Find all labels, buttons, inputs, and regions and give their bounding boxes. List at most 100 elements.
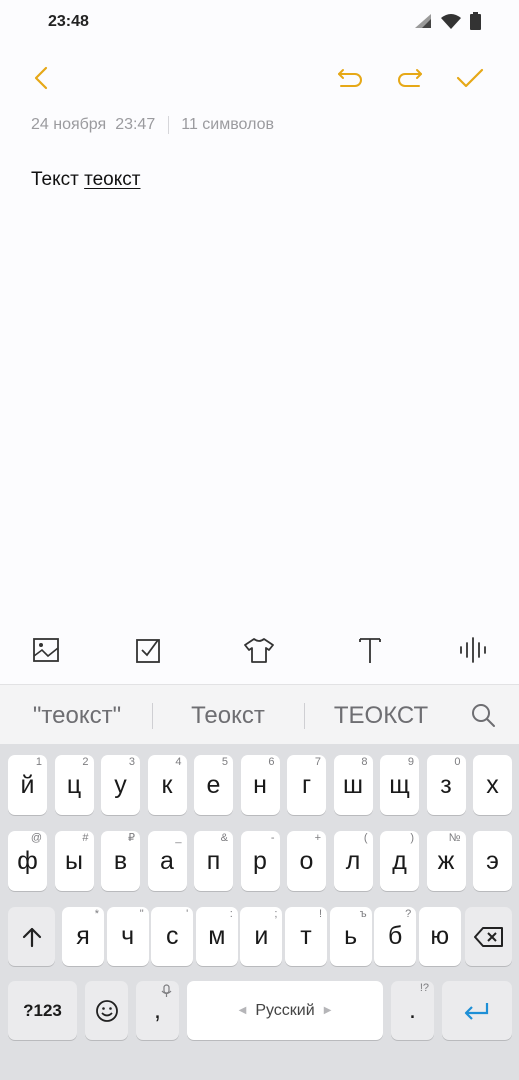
key-label: н bbox=[253, 770, 267, 799]
key-hint: @ bbox=[30, 832, 42, 844]
key-щ[interactable]: 9щ bbox=[380, 755, 419, 815]
key-к[interactable]: 4к bbox=[147, 755, 187, 815]
key-hint: # bbox=[82, 832, 89, 844]
redo-button[interactable] bbox=[394, 62, 426, 94]
key-label: э bbox=[486, 846, 499, 875]
back-button[interactable] bbox=[26, 62, 58, 94]
insert-checkbox-button[interactable] bbox=[132, 634, 164, 666]
key-х[interactable]: х bbox=[473, 755, 512, 815]
key-hint: ъ bbox=[359, 908, 367, 920]
key-з[interactable]: 0з bbox=[426, 755, 466, 815]
key-у[interactable]: 3у bbox=[101, 755, 140, 815]
key-hint: 7 bbox=[314, 756, 321, 768]
key-hint: - bbox=[270, 832, 275, 844]
search-icon bbox=[472, 704, 495, 727]
key-label: ь bbox=[344, 922, 358, 950]
undo-icon bbox=[338, 69, 362, 87]
keyboard-search-button[interactable] bbox=[470, 702, 496, 733]
suggestion-divider bbox=[304, 703, 305, 729]
key-д[interactable]: ) д bbox=[380, 831, 419, 891]
comma-key[interactable]: , bbox=[136, 981, 179, 1040]
key-ч[interactable]: " ч bbox=[106, 907, 149, 966]
key-hint: ( bbox=[363, 832, 368, 844]
enter-key[interactable] bbox=[442, 981, 512, 1040]
key-hint: " bbox=[139, 908, 144, 920]
key-hint: 0 bbox=[454, 756, 461, 768]
image-icon bbox=[33, 638, 59, 662]
key-я[interactable]: * я bbox=[62, 907, 104, 966]
text-format-icon bbox=[359, 638, 381, 663]
key-э[interactable]: э bbox=[473, 831, 512, 891]
key-hint: 5 bbox=[221, 756, 228, 768]
save-button[interactable] bbox=[454, 62, 486, 94]
key-б[interactable]: ? б bbox=[374, 907, 417, 966]
key-label: ю bbox=[430, 922, 450, 950]
signal-icon bbox=[415, 14, 431, 28]
key-label: р bbox=[253, 846, 267, 875]
key-н[interactable]: 6н bbox=[240, 755, 280, 815]
space-key[interactable]: ◀ Русский ▶ bbox=[187, 981, 383, 1040]
key-hint: ₽ bbox=[128, 832, 135, 844]
period-key[interactable]: !? . bbox=[391, 981, 434, 1040]
text-format-button[interactable] bbox=[354, 634, 386, 666]
voice-record-button[interactable] bbox=[457, 634, 489, 666]
key-й[interactable]: 1й bbox=[8, 755, 47, 815]
key-п[interactable]: & п bbox=[194, 831, 233, 891]
shift-key[interactable] bbox=[8, 907, 55, 966]
chevron-left-icon bbox=[34, 66, 48, 90]
style-button[interactable] bbox=[243, 634, 275, 666]
suggestion-item[interactable]: "теокст" bbox=[12, 685, 142, 745]
note-date: 24 ноября bbox=[31, 116, 107, 133]
emoji-key[interactable] bbox=[85, 981, 128, 1040]
symbols-key[interactable]: ?123 bbox=[8, 981, 77, 1040]
key-р[interactable]: -р bbox=[240, 831, 280, 891]
arrow-left-icon: ◀ bbox=[238, 1005, 247, 1016]
key-г[interactable]: 7г bbox=[287, 755, 326, 815]
key-label: й bbox=[20, 770, 35, 799]
suggestion-item[interactable]: Теокст bbox=[163, 685, 293, 745]
key-label: ш bbox=[342, 770, 364, 799]
key-ш[interactable]: 8ш bbox=[333, 755, 373, 815]
key-hint: 1 bbox=[35, 756, 42, 768]
key-label: г bbox=[301, 770, 312, 799]
key-и[interactable]: ; и bbox=[240, 907, 283, 966]
status-icons bbox=[414, 12, 481, 30]
check-icon bbox=[456, 68, 484, 88]
key-label: п bbox=[206, 846, 221, 875]
suggestion-bar: "теокст" Теокст ТЕОКСТ bbox=[0, 684, 519, 745]
key-ф[interactable]: @ ф bbox=[8, 831, 47, 891]
key-hint: 4 bbox=[175, 756, 182, 768]
key-label: к bbox=[161, 770, 173, 799]
key-ы[interactable]: # ы bbox=[54, 831, 94, 891]
key-т[interactable]: ! т bbox=[285, 907, 327, 966]
key-hint: + bbox=[314, 832, 321, 844]
suggestion-item[interactable]: ТЕОКСТ bbox=[316, 685, 446, 745]
key-label: б bbox=[388, 922, 403, 950]
key-о[interactable]: + о bbox=[287, 831, 326, 891]
key-hint: ? bbox=[405, 908, 412, 920]
backspace-key[interactable] bbox=[465, 907, 512, 966]
key-hint: & bbox=[220, 832, 228, 844]
keyboard: 1й2ц3у4к5е6н7г8ш9щ0зх @ ф # ы ₽ в _ а & п - р + о(л) д… bbox=[0, 744, 519, 1080]
key-ю[interactable]: ю bbox=[418, 907, 461, 966]
key-е[interactable]: 5е bbox=[194, 755, 233, 815]
key-а[interactable]: _ а bbox=[147, 831, 187, 891]
key-label: ф bbox=[17, 846, 38, 875]
key-hint: ! bbox=[318, 908, 322, 920]
note-time: 23:47 bbox=[115, 116, 156, 133]
key-л[interactable]: (л bbox=[333, 831, 373, 891]
key-в[interactable]: ₽ в bbox=[101, 831, 140, 891]
insert-image-button[interactable] bbox=[30, 634, 62, 666]
key-ж[interactable]: № ж bbox=[426, 831, 466, 891]
undo-button[interactable] bbox=[334, 62, 366, 94]
key-label: м bbox=[208, 922, 226, 950]
note-body[interactable]: Текст теокст bbox=[31, 169, 140, 191]
key-label: ц bbox=[66, 770, 82, 799]
key-м[interactable]: :м bbox=[195, 907, 238, 966]
key-ь[interactable]: ъь bbox=[329, 907, 372, 966]
enter-icon bbox=[464, 1002, 489, 1020]
microphone-icon bbox=[161, 984, 172, 997]
note-meta: 24 ноября 23:47 11 символов bbox=[31, 116, 274, 134]
key-с[interactable]: ' с bbox=[151, 907, 194, 966]
key-ц[interactable]: 2ц bbox=[54, 755, 94, 815]
